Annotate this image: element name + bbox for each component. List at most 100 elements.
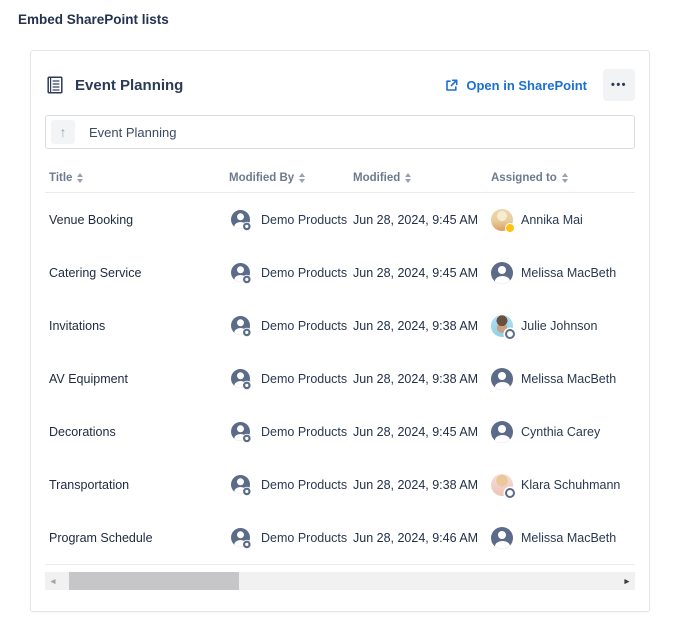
cell-title[interactable]: Invitations <box>45 319 229 333</box>
avatar <box>491 209 513 231</box>
assigned-name: Klara Schuhmann <box>521 478 620 492</box>
cell-assigned-to: Julie Johnson <box>491 315 635 337</box>
card-header: Event Planning Open in SharePoint ••• <box>45 68 635 102</box>
modified-by-name: Demo Products <box>261 266 347 280</box>
avatar <box>491 474 513 496</box>
cell-title[interactable]: Decorations <box>45 425 229 439</box>
modified-by-name: Demo Products <box>261 372 347 386</box>
person-icon <box>229 420 253 444</box>
breadcrumb-bar: ↑ Event Planning <box>45 115 635 149</box>
avatar <box>491 421 513 443</box>
presence-badge <box>505 329 515 339</box>
cell-modified-by: Demo Products <box>229 420 353 444</box>
cell-assigned-to: Melissa MacBeth <box>491 262 635 284</box>
table-row[interactable]: Venue Booking Demo Products Jun 28, 2024… <box>45 193 635 246</box>
cell-title[interactable]: Venue Booking <box>45 213 229 227</box>
list-icon <box>45 75 65 95</box>
scrollbar-thumb[interactable] <box>69 572 239 590</box>
cell-title[interactable]: AV Equipment <box>45 372 229 386</box>
assigned-name: Melissa MacBeth <box>521 531 616 545</box>
cell-modified-date: Jun 28, 2024, 9:45 AM <box>353 266 491 280</box>
modified-by-name: Demo Products <box>261 213 347 227</box>
cell-title[interactable]: Catering Service <box>45 266 229 280</box>
avatar <box>491 315 513 337</box>
horizontal-scrollbar[interactable]: ◄ ► <box>45 572 635 590</box>
column-header-assigned-to[interactable]: Assigned to <box>491 172 635 184</box>
cell-modified-date: Jun 28, 2024, 9:38 AM <box>353 319 491 333</box>
avatar <box>491 262 513 284</box>
person-icon <box>229 526 253 550</box>
avatar <box>491 368 513 390</box>
assigned-name: Melissa MacBeth <box>521 372 616 386</box>
avatar-image <box>491 421 513 443</box>
table-row[interactable]: AV Equipment Demo Products Jun 28, 2024,… <box>45 352 635 405</box>
cell-assigned-to: Klara Schuhmann <box>491 474 635 496</box>
column-header-modified-by[interactable]: Modified By <box>229 172 353 184</box>
avatar <box>491 527 513 549</box>
header-actions: Open in SharePoint ••• <box>444 69 635 101</box>
person-icon <box>229 367 253 391</box>
more-icon: ••• <box>611 79 627 91</box>
column-label: Assigned to <box>491 172 557 184</box>
sort-icon <box>405 173 411 183</box>
column-label: Title <box>49 172 72 184</box>
column-header-modified[interactable]: Modified <box>353 172 491 184</box>
table-body: Venue Booking Demo Products Jun 28, 2024… <box>45 193 635 565</box>
table-row[interactable]: Invitations Demo Products Jun 28, 2024, … <box>45 299 635 352</box>
modified-by-name: Demo Products <box>261 319 347 333</box>
cell-modified-date: Jun 28, 2024, 9:38 AM <box>353 478 491 492</box>
cell-modified-by: Demo Products <box>229 367 353 391</box>
cell-assigned-to: Cynthia Carey <box>491 421 635 443</box>
navigate-up-button[interactable]: ↑ <box>51 120 75 144</box>
avatar-image <box>491 262 513 284</box>
presence-badge <box>505 488 515 498</box>
column-label: Modified By <box>229 172 294 184</box>
avatar-image <box>491 527 513 549</box>
assigned-name: Annika Mai <box>521 213 583 227</box>
cell-modified-date: Jun 28, 2024, 9:38 AM <box>353 372 491 386</box>
table-row[interactable]: Program Schedule Demo Products Jun 28, 2… <box>45 511 635 564</box>
cell-assigned-to: Melissa MacBeth <box>491 368 635 390</box>
list-title: Event Planning <box>75 77 183 94</box>
cell-modified-by: Demo Products <box>229 208 353 232</box>
cell-title[interactable]: Transportation <box>45 478 229 492</box>
assigned-name: Melissa MacBeth <box>521 266 616 280</box>
table-row[interactable]: Catering Service Demo Products Jun 28, 2… <box>45 246 635 299</box>
cell-assigned-to: Annika Mai <box>491 209 635 231</box>
table-header-row: Title Modified By Modified Assigned to <box>45 163 635 193</box>
sort-icon <box>77 173 83 183</box>
cell-modified-by: Demo Products <box>229 314 353 338</box>
page-title: Embed SharePoint lists <box>18 12 169 27</box>
cell-modified-by: Demo Products <box>229 261 353 285</box>
presence-badge <box>505 223 515 233</box>
scroll-right-arrow-icon[interactable]: ► <box>619 572 635 590</box>
cell-assigned-to: Melissa MacBeth <box>491 527 635 549</box>
external-link-icon <box>444 78 459 93</box>
breadcrumb-current-folder: Event Planning <box>89 125 176 140</box>
table-row[interactable]: Transportation Demo Products Jun 28, 202… <box>45 458 635 511</box>
assigned-name: Julie Johnson <box>521 319 597 333</box>
open-link-label: Open in SharePoint <box>466 78 587 93</box>
person-icon <box>229 208 253 232</box>
assigned-name: Cynthia Carey <box>521 425 600 439</box>
avatar-image <box>491 368 513 390</box>
sort-icon <box>562 173 568 183</box>
more-options-button[interactable]: ••• <box>603 69 635 101</box>
person-icon <box>229 314 253 338</box>
person-icon <box>229 473 253 497</box>
person-icon <box>229 261 253 285</box>
cell-title[interactable]: Program Schedule <box>45 531 229 545</box>
scroll-left-arrow-icon[interactable]: ◄ <box>45 572 61 590</box>
cell-modified-by: Demo Products <box>229 526 353 550</box>
cell-modified-date: Jun 28, 2024, 9:46 AM <box>353 531 491 545</box>
cell-modified-by: Demo Products <box>229 473 353 497</box>
modified-by-name: Demo Products <box>261 425 347 439</box>
open-in-sharepoint-link[interactable]: Open in SharePoint <box>444 78 587 93</box>
table-row[interactable]: Decorations Demo Products Jun 28, 2024, … <box>45 405 635 458</box>
sharepoint-list-card: Event Planning Open in SharePoint ••• ↑ <box>30 50 650 612</box>
column-header-title[interactable]: Title <box>45 172 229 184</box>
modified-by-name: Demo Products <box>261 478 347 492</box>
cell-modified-date: Jun 28, 2024, 9:45 AM <box>353 213 491 227</box>
sort-icon <box>299 173 305 183</box>
modified-by-name: Demo Products <box>261 531 347 545</box>
